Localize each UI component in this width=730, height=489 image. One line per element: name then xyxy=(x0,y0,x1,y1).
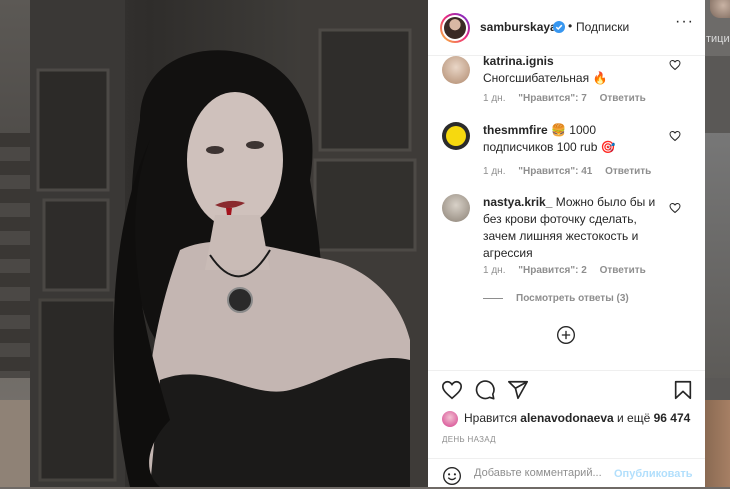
post-photo-illustration xyxy=(30,0,428,487)
verified-badge-icon xyxy=(553,21,565,33)
comment-input[interactable] xyxy=(474,465,609,481)
comment-time: 1 дн. xyxy=(483,265,506,276)
likes-middle: и ещё xyxy=(617,411,651,426)
commenter-username[interactable]: nastya.krik_ xyxy=(483,195,552,209)
comment-like-heart-icon[interactable] xyxy=(669,130,681,142)
backdrop-right-label: тиции xyxy=(706,33,730,45)
backdrop-right-bottom-thumbnail xyxy=(705,400,730,487)
comment-icon[interactable] xyxy=(474,379,496,401)
post-photo[interactable] xyxy=(30,0,428,487)
reply-button[interactable]: Ответить xyxy=(600,93,646,104)
author-avatar[interactable] xyxy=(440,13,470,43)
backdrop-left-thumbnail xyxy=(0,133,30,378)
comment-meta: 1 дн. "Нравится": 2 Ответить xyxy=(483,265,656,276)
post-timestamp[interactable]: ДЕНЬ НАЗАД xyxy=(442,435,496,444)
add-comment-bar: Опубликовать xyxy=(428,458,705,489)
commenter-username[interactable]: thesmmfire xyxy=(483,123,548,137)
backdrop-right-thumbnail xyxy=(705,133,730,378)
view-replies-button[interactable]: Посмотреть ответы (3) xyxy=(516,293,629,304)
post-actions: Нравится alenavodonaeva и ещё 96 474 ДЕН… xyxy=(428,370,705,488)
post-header: samburskaya • Подписки ··· xyxy=(428,0,705,56)
reply-button[interactable]: Ответить xyxy=(600,265,646,276)
author-username[interactable]: samburskaya xyxy=(480,20,557,34)
bookmark-icon[interactable] xyxy=(672,379,694,401)
comment-like-heart-icon[interactable] xyxy=(669,202,681,214)
liker-username[interactable]: alenavodonaeva xyxy=(520,411,613,425)
post-panel: samburskaya • Подписки ··· katrina.ignis… xyxy=(428,0,705,487)
commenter-avatar[interactable] xyxy=(442,56,470,84)
commenter-avatar[interactable] xyxy=(442,122,470,150)
liker-avatar[interactable] xyxy=(442,411,458,427)
heart-icon[interactable] xyxy=(441,379,463,401)
comment-likes[interactable]: "Нравится": 7 xyxy=(518,93,587,104)
post-comment-button[interactable]: Опубликовать xyxy=(614,468,693,480)
comment-like-heart-icon[interactable] xyxy=(669,59,681,71)
comment-text: katrina.ignis Сногсшибательная 🔥 xyxy=(483,53,658,87)
comment-likes[interactable]: "Нравится": 41 xyxy=(518,166,592,177)
comment-text: thesmmfire 🍔 1000 подписчиков 100 rub 🎯 xyxy=(483,122,658,156)
comment-meta: 1 дн. "Нравится": 7 Ответить xyxy=(483,93,656,104)
likes-count[interactable]: 96 474 xyxy=(654,411,691,425)
more-options-icon[interactable]: ··· xyxy=(675,13,694,31)
comment-likes[interactable]: "Нравится": 2 xyxy=(518,265,587,276)
emoji-icon[interactable] xyxy=(442,466,462,486)
reply-button[interactable]: Ответить xyxy=(605,166,651,177)
commenter-avatar[interactable] xyxy=(442,194,470,222)
view-replies-divider xyxy=(483,298,503,299)
comment-time: 1 дн. xyxy=(483,166,506,177)
comment-text: nastya.krik_ Можно было бы и без крови ф… xyxy=(483,194,658,262)
commenter-username[interactable]: katrina.ignis xyxy=(483,54,554,68)
comment-time: 1 дн. xyxy=(483,93,506,104)
backdrop-left-bottom-thumbnail xyxy=(0,400,30,487)
follow-status-button[interactable]: Подписки xyxy=(576,20,629,34)
share-icon[interactable] xyxy=(507,379,529,401)
plus-circle-icon[interactable] xyxy=(556,325,576,345)
separator-dot: • xyxy=(568,19,573,33)
likes-prefix: Нравится xyxy=(464,411,517,426)
comment-body: Сногсшибательная 🔥 xyxy=(483,71,608,85)
likes-summary: Нравится alenavodonaeva и ещё 96 474 xyxy=(442,411,690,427)
backdrop-avatar xyxy=(710,0,730,18)
comment-meta: 1 дн. "Нравится": 41 Ответить xyxy=(483,166,661,177)
